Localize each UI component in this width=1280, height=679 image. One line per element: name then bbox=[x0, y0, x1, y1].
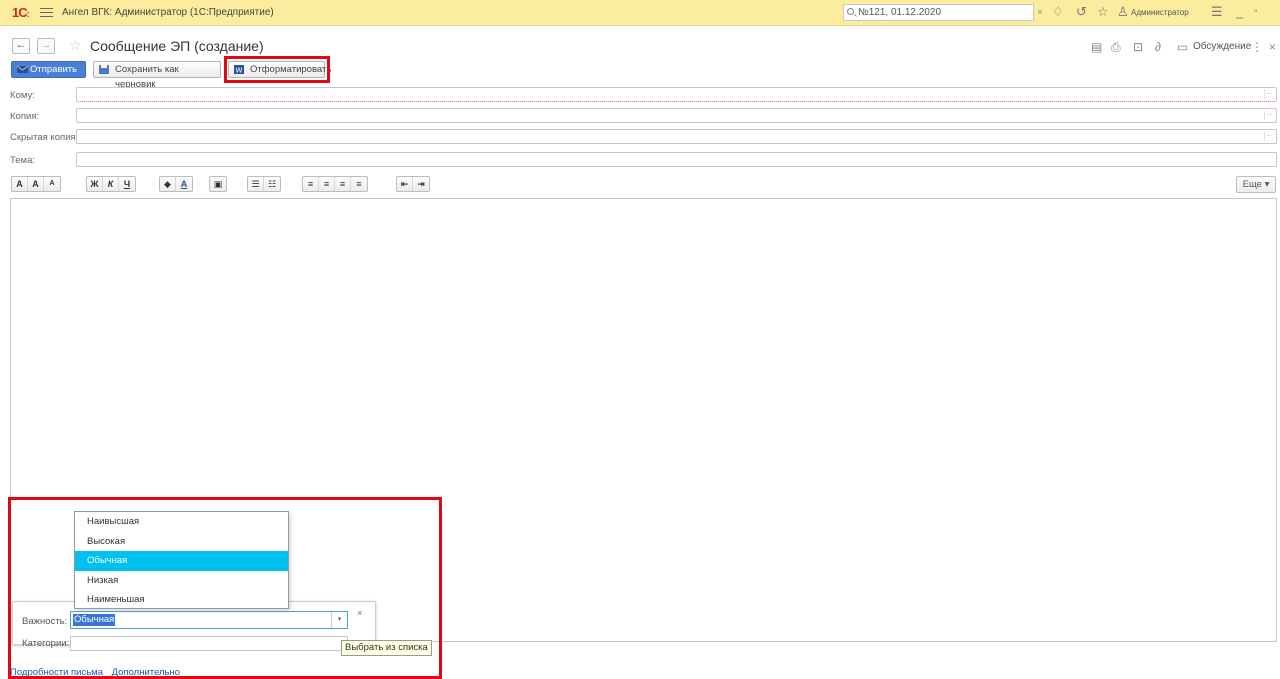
insert-picture-icon[interactable]: ▣ bbox=[210, 177, 226, 191]
app-title: Ангел ВГК: Администратор (1С:Предприятие… bbox=[62, 7, 274, 18]
indent-decrease-icon[interactable]: ⇤ bbox=[397, 177, 413, 191]
picture-group: ▣ bbox=[209, 176, 227, 192]
search-value: №121, 01.12.2020 bbox=[858, 7, 942, 18]
align-group: ≡ ≡ ≡ ≡ bbox=[302, 176, 368, 192]
close-form-button[interactable]: × bbox=[1269, 40, 1276, 54]
color-group: ◆ A bbox=[159, 176, 193, 192]
numbered-list-icon[interactable]: ☷ bbox=[264, 177, 280, 191]
search-icon bbox=[847, 8, 854, 15]
print-icon[interactable]: ⎙ bbox=[1111, 40, 1121, 55]
highlight-frame-panel bbox=[8, 497, 442, 679]
back-button[interactable]: ← bbox=[12, 38, 30, 54]
background-color-icon[interactable]: ◆ bbox=[160, 177, 176, 191]
save-draft-button[interactable]: Сохранить как черновик bbox=[93, 61, 221, 90]
to-label: Кому: bbox=[10, 90, 35, 101]
forward-button[interactable]: → bbox=[37, 38, 55, 54]
underline-icon[interactable]: Ч bbox=[119, 177, 135, 191]
font-decrease-icon[interactable]: A bbox=[44, 177, 60, 191]
maximize-icon[interactable]: ▫ bbox=[1254, 5, 1258, 19]
more-actions-icon[interactable]: ⋮ bbox=[1251, 40, 1263, 54]
bcc-field[interactable]: ... bbox=[76, 129, 1277, 144]
preview-icon[interactable]: ⊡ bbox=[1133, 40, 1143, 54]
app-titlebar: 1С: Ангел ВГК: Администратор (1С:Предпри… bbox=[0, 0, 1280, 26]
notifications-icon[interactable]: ♢ bbox=[1052, 5, 1064, 19]
main-menu-icon[interactable] bbox=[40, 5, 53, 17]
subject-field[interactable] bbox=[76, 152, 1277, 167]
favorite-star-icon[interactable]: ☆ bbox=[69, 37, 82, 54]
align-right-icon[interactable]: ≡ bbox=[335, 177, 351, 191]
cc-select-icon[interactable]: ... bbox=[1264, 110, 1273, 120]
text-style-group: Ж К Ч bbox=[86, 176, 136, 192]
minimize-icon[interactable]: _ bbox=[1236, 5, 1243, 19]
indent-group: ⇤ ⇥ bbox=[396, 176, 430, 192]
to-select-icon[interactable]: ... bbox=[1264, 89, 1273, 99]
save-icon[interactable]: ▤ bbox=[1091, 40, 1102, 54]
bullet-list-icon[interactable]: ☰ bbox=[248, 177, 264, 191]
text-color-icon[interactable]: A bbox=[176, 177, 192, 191]
send-button[interactable]: Отправить bbox=[11, 61, 86, 78]
floppy-icon bbox=[99, 65, 109, 74]
bold-icon[interactable]: Ж bbox=[87, 177, 103, 191]
more-button[interactable]: Еще ▾ bbox=[1236, 176, 1276, 193]
user-name[interactable]: Администратор bbox=[1131, 8, 1189, 17]
italic-icon[interactable]: К bbox=[103, 177, 119, 191]
global-search-input[interactable]: №121, 01.12.2020 bbox=[843, 4, 1034, 21]
cc-label: Копия: bbox=[10, 111, 40, 122]
to-field[interactable]: ... bbox=[76, 87, 1277, 102]
send-label: Отправить bbox=[30, 64, 78, 75]
highlight-frame-format bbox=[224, 56, 330, 83]
subject-label: Тема: bbox=[10, 155, 36, 166]
app-logo: 1С: bbox=[12, 5, 30, 20]
user-icon[interactable]: ♙ bbox=[1117, 5, 1129, 19]
font-increase-icon[interactable]: A bbox=[28, 177, 44, 191]
history-icon[interactable]: ↺ bbox=[1076, 5, 1087, 19]
align-left-icon[interactable]: ≡ bbox=[303, 177, 319, 191]
bcc-select-icon[interactable]: ... bbox=[1264, 131, 1273, 141]
font-size-group: A A A bbox=[11, 176, 61, 192]
indent-increase-icon[interactable]: ⇥ bbox=[413, 177, 429, 191]
discussion-button[interactable]: Обсуждение bbox=[1193, 41, 1251, 52]
discussion-icon[interactable]: ▭ bbox=[1177, 40, 1188, 54]
favorites-star-icon[interactable]: ☆ bbox=[1097, 5, 1109, 19]
bcc-label: Скрытая копия: bbox=[10, 132, 79, 143]
cc-field[interactable]: ... bbox=[76, 108, 1277, 123]
search-clear-button[interactable]: × bbox=[1037, 7, 1043, 18]
font-bold-icon[interactable]: A bbox=[12, 177, 28, 191]
page-title: Сообщение ЭП (создание) bbox=[90, 38, 264, 54]
list-group: ☰ ☷ bbox=[247, 176, 281, 192]
align-center-icon[interactable]: ≡ bbox=[319, 177, 335, 191]
link-icon[interactable]: ∂ bbox=[1155, 40, 1161, 54]
send-icon bbox=[17, 65, 28, 73]
align-justify-icon[interactable]: ≡ bbox=[351, 177, 367, 191]
settings-menu-icon[interactable]: ☰ bbox=[1211, 5, 1223, 19]
